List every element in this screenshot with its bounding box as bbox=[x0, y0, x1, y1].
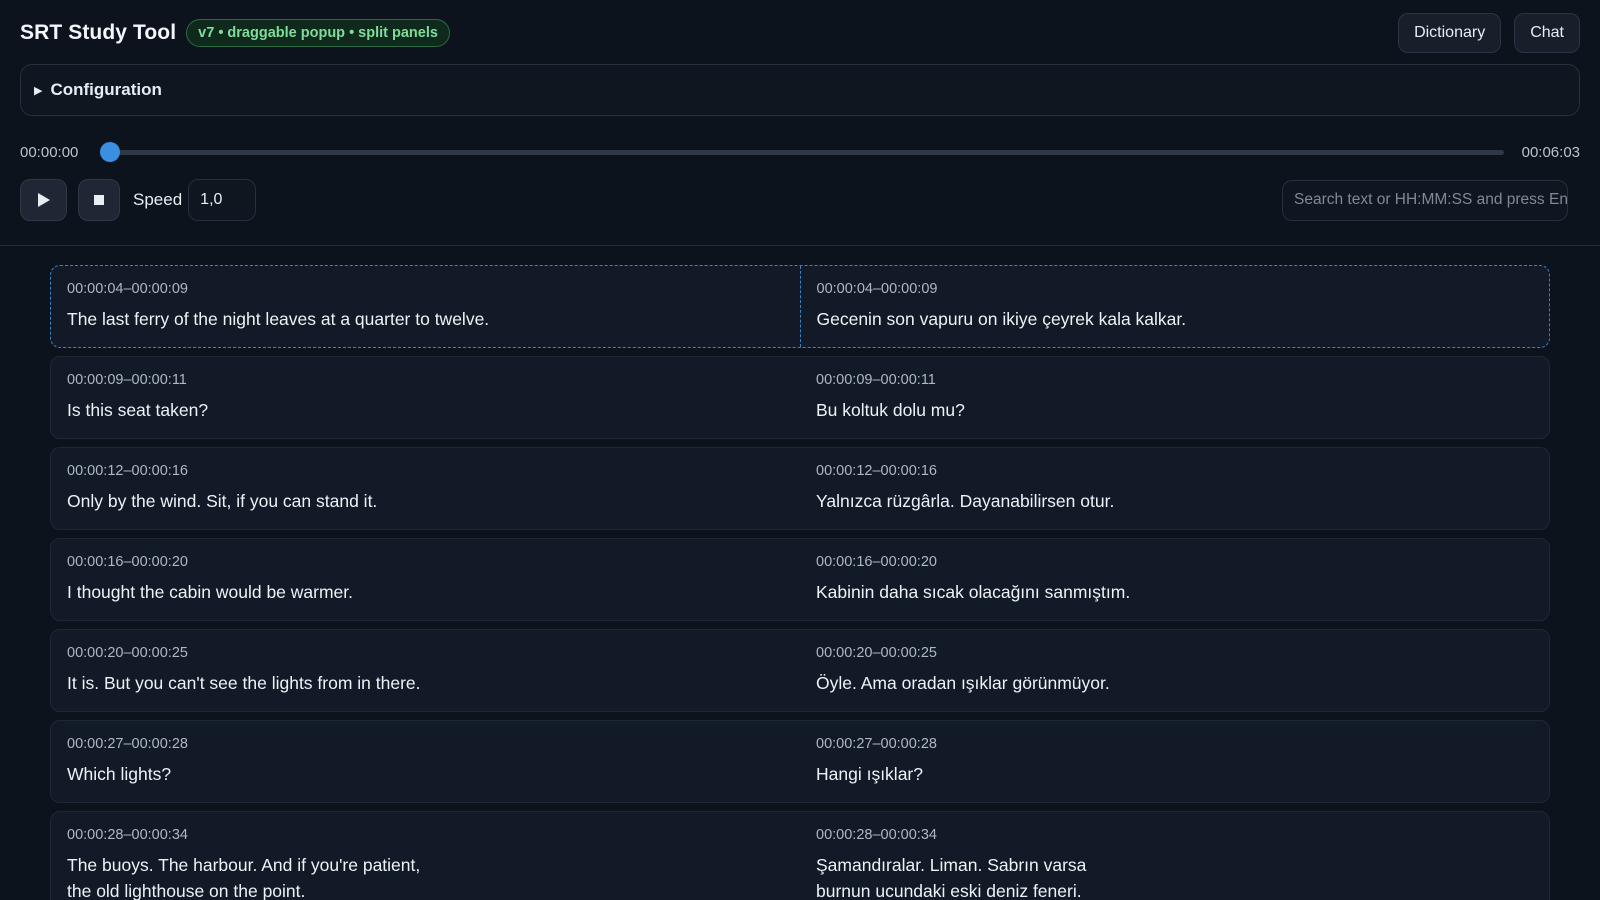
cue-row[interactable]: 00:00:12–00:00:16 Only by the wind. Sit, … bbox=[50, 447, 1550, 530]
cue-text[interactable]: Only by the wind. Sit, if you can stand … bbox=[67, 488, 784, 514]
app-title: SRT Study Tool bbox=[20, 21, 177, 44]
play-button[interactable] bbox=[20, 179, 67, 221]
translated-subtitle-panel[interactable]: 00:00:20–00:00:25 Öyle. Ama oradan ışıkla… bbox=[800, 630, 1549, 711]
cue-text[interactable]: Yalnızca rüzgârla. Dayanabilirsen otur. bbox=[816, 488, 1533, 514]
cue-timestamp: 00:00:09–00:00:11 bbox=[67, 372, 187, 388]
cue-timestamp: 00:00:04–00:00:09 bbox=[67, 281, 188, 297]
total-time: 00:06:03 bbox=[1521, 143, 1580, 161]
translated-subtitle-panel[interactable]: 00:00:04–00:00:09 Gecenin son vapuru on i… bbox=[801, 266, 1550, 347]
cue-row[interactable]: 00:00:04–00:00:09 The last ferry of the n… bbox=[50, 265, 1550, 348]
cue-timestamp: 00:00:28–00:00:34 bbox=[816, 827, 937, 843]
cue-text[interactable]: Which lights? bbox=[67, 761, 784, 787]
stop-button[interactable] bbox=[78, 179, 120, 221]
speed-label: Speed bbox=[133, 190, 183, 209]
caret-right-icon: ▶ bbox=[34, 84, 43, 97]
version-badge: v7 • draggable popup • split panels bbox=[186, 19, 450, 47]
seek-slider-thumb[interactable] bbox=[100, 142, 121, 162]
cue-timestamp: 00:00:20–00:00:25 bbox=[816, 645, 937, 661]
dictionary-button[interactable]: Dictionary bbox=[1398, 13, 1502, 53]
original-subtitle-panel[interactable]: 00:00:28–00:00:34 The buoys. The harbour.… bbox=[51, 812, 800, 900]
cue-row[interactable]: 00:00:20–00:00:25 It is. But you can't se… bbox=[50, 629, 1550, 712]
cue-row[interactable]: 00:00:27–00:00:28 Which lights? 00:00:27–0… bbox=[50, 720, 1550, 803]
cue-text[interactable]: Gecenin son vapuru on ikiye çeyrek kala … bbox=[817, 306, 1534, 332]
timeline: 00:00:00 00:06:03 bbox=[20, 140, 1580, 164]
chat-button[interactable]: Chat bbox=[1514, 13, 1580, 53]
section-divider bbox=[0, 245, 1600, 246]
cue-text[interactable]: Is this seat taken? bbox=[67, 397, 784, 423]
configuration-toggle[interactable]: ▶ Configuration bbox=[20, 64, 1580, 116]
cue-timestamp: 00:00:12–00:00:16 bbox=[816, 463, 937, 479]
original-subtitle-panel[interactable]: 00:00:04–00:00:09 The last ferry of the n… bbox=[51, 266, 801, 347]
cue-timestamp: 00:00:12–00:00:16 bbox=[67, 463, 188, 479]
app-header: SRT Study Tool v7 • draggable popup • sp… bbox=[20, 13, 1580, 53]
original-subtitle-panel[interactable]: 00:00:09–00:00:11 Is this seat taken? bbox=[51, 357, 800, 438]
cue-row[interactable]: 00:00:28–00:00:34 The buoys. The harbour.… bbox=[50, 811, 1550, 900]
stop-icon bbox=[94, 195, 104, 205]
cue-row[interactable]: 00:00:09–00:00:11 Is this seat taken? 00:0… bbox=[50, 356, 1550, 439]
cue-text[interactable]: The last ferry of the night leaves at a … bbox=[67, 306, 784, 332]
cue-timestamp: 00:00:27–00:00:28 bbox=[67, 736, 188, 752]
speed-input[interactable] bbox=[188, 179, 257, 221]
play-icon bbox=[37, 193, 50, 207]
current-time: 00:00:00 bbox=[20, 143, 79, 161]
cue-timestamp: 00:00:16–00:00:20 bbox=[67, 554, 188, 570]
translated-subtitle-panel[interactable]: 00:00:16–00:00:20 Kabinin daha sıcak olac… bbox=[800, 539, 1549, 620]
cue-text[interactable]: Şamandıralar. Liman. Sabrın varsa burnun… bbox=[816, 852, 1533, 900]
cue-text[interactable]: It is. But you can't see the lights from… bbox=[67, 670, 784, 696]
playback-controls: Speed bbox=[20, 179, 1568, 221]
cue-timestamp: 00:00:20–00:00:25 bbox=[67, 645, 188, 661]
cue-text[interactable]: Öyle. Ama oradan ışıklar görünmüyor. bbox=[816, 670, 1533, 696]
seek-slider[interactable] bbox=[100, 142, 1504, 162]
translated-subtitle-panel[interactable]: 00:00:27–00:00:28 Hangi ışıklar? bbox=[800, 721, 1549, 802]
cue-timestamp: 00:00:09–00:00:11 bbox=[816, 372, 936, 388]
cue-text[interactable]: The buoys. The harbour. And if you're pa… bbox=[67, 852, 784, 900]
translated-subtitle-panel[interactable]: 00:00:28–00:00:34 Şamandıralar. Liman. Sa… bbox=[800, 812, 1549, 900]
cue-text[interactable]: Hangi ışıklar? bbox=[816, 761, 1533, 787]
cue-text[interactable]: Kabinin daha sıcak olacağını sanmıştım. bbox=[816, 579, 1533, 605]
cue-row[interactable]: 00:00:16–00:00:20 I thought the cabin wou… bbox=[50, 538, 1550, 621]
subtitle-cue-list: 00:00:04–00:00:09 The last ferry of the n… bbox=[50, 265, 1550, 900]
cue-text[interactable]: Bu koltuk dolu mu? bbox=[816, 397, 1533, 423]
original-subtitle-panel[interactable]: 00:00:12–00:00:16 Only by the wind. Sit, … bbox=[51, 448, 800, 529]
cue-text[interactable]: I thought the cabin would be warmer. bbox=[67, 579, 784, 605]
cue-timestamp: 00:00:28–00:00:34 bbox=[67, 827, 188, 843]
original-subtitle-panel[interactable]: 00:00:16–00:00:20 I thought the cabin wou… bbox=[51, 539, 800, 620]
configuration-label: Configuration bbox=[50, 80, 162, 99]
original-subtitle-panel[interactable]: 00:00:27–00:00:28 Which lights? bbox=[51, 721, 800, 802]
original-subtitle-panel[interactable]: 00:00:20–00:00:25 It is. But you can't se… bbox=[51, 630, 800, 711]
search-input[interactable] bbox=[1282, 179, 1568, 221]
cue-timestamp: 00:00:27–00:00:28 bbox=[816, 736, 937, 752]
translated-subtitle-panel[interactable]: 00:00:09–00:00:11 Bu koltuk dolu mu? bbox=[800, 357, 1549, 438]
cue-timestamp: 00:00:16–00:00:20 bbox=[816, 554, 937, 570]
translated-subtitle-panel[interactable]: 00:00:12–00:00:16 Yalnızca rüzgârla. Daya… bbox=[800, 448, 1549, 529]
cue-timestamp: 00:00:04–00:00:09 bbox=[816, 281, 938, 297]
